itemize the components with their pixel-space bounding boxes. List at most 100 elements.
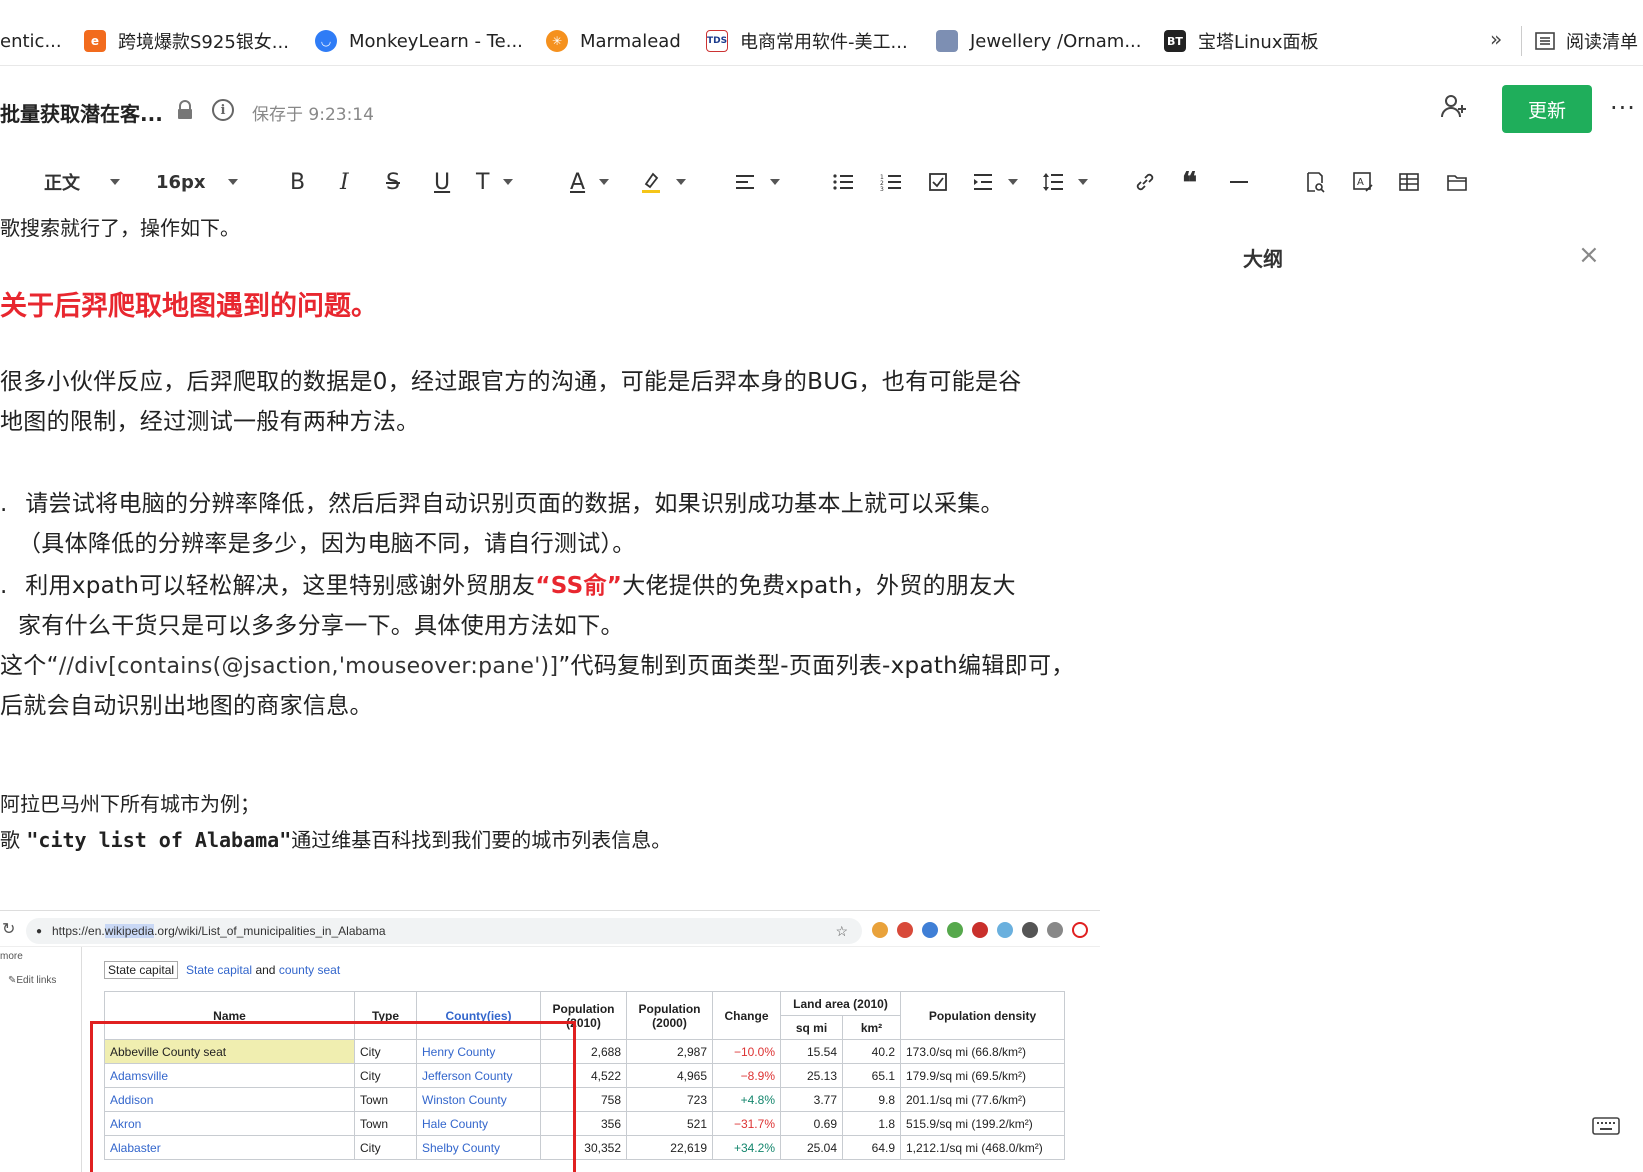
italic-button[interactable]: I	[340, 166, 349, 198]
keyboard-icon[interactable]	[1592, 1116, 1620, 1136]
col-header-pop2010: Population (2010)	[540, 991, 627, 1040]
bookmark-item-0[interactable]: entic...	[0, 26, 62, 56]
table-row: Alabaster City Shelby County 30,352 22,6…	[104, 1135, 1065, 1160]
bookmark-item-1[interactable]: e 跨境爆款S925银女...	[84, 26, 289, 56]
more-options-button[interactable]: ···	[1610, 94, 1636, 122]
col-header-change: Change	[712, 991, 781, 1040]
tds-icon: TDS	[706, 30, 728, 52]
doc-header: 批量获取潜在客... i 保存于 9:23:14 更新 ···	[0, 66, 1643, 156]
wiki-legend: State capital State capital and county s…	[104, 961, 340, 979]
bookmark-item-2[interactable]: ◡ MonkeyLearn - Te...	[315, 26, 523, 56]
body-text-line: 歌搜索就行了，操作如下。	[0, 216, 240, 240]
folder-icon	[1447, 175, 1467, 191]
numbered-list-icon: 123	[880, 174, 901, 192]
indent-button[interactable]	[972, 166, 1018, 198]
indent-icon	[974, 174, 992, 190]
highlight-button[interactable]	[640, 166, 686, 198]
table-of-contents-button[interactable]	[1398, 166, 1420, 198]
chevron-down-icon	[676, 179, 686, 185]
underline-button[interactable]: U	[434, 166, 450, 198]
embedded-screenshot[interactable]: ↻ ● https://en. wikipedia .org/wiki/List_o…	[0, 910, 1100, 1172]
reading-list-button[interactable]: 阅读清单	[1534, 26, 1638, 56]
screenshot-browser-bar: ↻ ● https://en. wikipedia .org/wiki/List_o…	[0, 911, 1100, 947]
bookmark-item-4[interactable]: TDS 电商常用软件-美工...	[706, 26, 908, 56]
align-left-icon	[736, 175, 754, 189]
extension-icon	[947, 922, 963, 938]
bookmarks-more-button[interactable]: »	[1490, 27, 1502, 51]
col-header-name: Name	[104, 991, 355, 1040]
update-button[interactable]: 更新	[1502, 85, 1592, 133]
bookmarks-divider	[1521, 26, 1522, 56]
quote-button[interactable]: ❝	[1182, 165, 1198, 199]
line-height-button[interactable]	[1042, 166, 1088, 198]
xpath-instruction: 这个“//div[contains(@jsaction,'mouseover:p…	[0, 653, 1075, 679]
bullet-list-icon	[833, 174, 853, 190]
page-icon	[936, 30, 958, 52]
folder-button[interactable]	[1446, 166, 1468, 198]
chevron-down-icon	[1008, 179, 1018, 185]
star-icon: ☆	[835, 922, 848, 939]
highlighter-icon	[642, 172, 660, 193]
list-item-1-continued: （具体降低的分辨率是多少，因为电脑不同，请自行测试）。	[18, 531, 636, 557]
chevron-down-icon	[503, 179, 514, 185]
numbered-list-button[interactable]: 123	[880, 166, 902, 198]
bookmark-item-5[interactable]: Jewellery /Ornam...	[936, 26, 1141, 56]
strikethrough-button[interactable]: S	[386, 166, 400, 198]
add-collaborator-icon[interactable]	[1440, 92, 1468, 120]
bookmark-item-6[interactable]: BT 宝塔Linux面板	[1164, 26, 1319, 56]
col-header-sqmi: sq mi	[780, 1015, 843, 1040]
quote-icon: ❝	[1182, 165, 1198, 199]
col-header-pop2000: Population (2000)	[626, 991, 713, 1040]
example-search-line: 歌 "city list of Alabama"通过维基百科找到我们要的城市列表…	[0, 828, 672, 852]
close-icon[interactable]: ×	[1578, 240, 1600, 270]
find-button[interactable]	[1304, 166, 1326, 198]
extension-icon	[997, 922, 1013, 938]
lock-icon	[178, 100, 192, 119]
svg-text:A: A	[1357, 177, 1364, 188]
doc-title[interactable]: 批量获取潜在客...	[0, 98, 163, 127]
list-item-2: . 利用xpath可以轻松解决，这里特别感谢外贸朋友“SS俞”大佬提供的免费xp…	[0, 573, 1016, 599]
extension-icon	[972, 922, 988, 938]
extension-icon	[922, 922, 938, 938]
col-header-km2: km²	[842, 1015, 901, 1040]
paragraph-style-select[interactable]: 正文	[44, 166, 120, 198]
table-row: Akron Town Hale County 356 521 −31.7% 0.…	[104, 1111, 1065, 1136]
bold-button[interactable]: B	[290, 166, 305, 198]
bullet-list-button[interactable]	[832, 166, 854, 198]
table-row: Addison Town Winston County 758 723 +4.8…	[104, 1087, 1065, 1112]
chevron-down-icon	[1078, 179, 1088, 185]
table-row: Adamsville City Jefferson County 4,522 4…	[104, 1063, 1065, 1088]
puzzle-icon	[1022, 922, 1038, 938]
bookmarks-bar: entic... e 跨境爆款S925银女... ◡ MonkeyLearn -…	[0, 0, 1643, 66]
table-row: Abbeville County seat City Henry County …	[104, 1039, 1065, 1064]
font-size-select[interactable]: 16px	[156, 166, 238, 198]
text-style-button[interactable]: A	[1352, 166, 1374, 198]
align-button[interactable]	[734, 166, 780, 198]
checklist-button[interactable]	[928, 166, 948, 198]
col-header-land: Land area (2010)	[780, 991, 901, 1016]
lock-icon: ●	[36, 925, 43, 937]
chevron-down-icon	[599, 179, 610, 185]
font-color-button[interactable]: A	[570, 166, 610, 198]
col-header-county: County(ies)	[416, 991, 541, 1040]
link-icon	[1136, 173, 1154, 191]
extension-icon	[897, 922, 913, 938]
outline-icon	[1399, 173, 1419, 191]
bookmark-item-3[interactable]: ✳ Marmalead	[546, 26, 681, 56]
line-height-icon	[1043, 173, 1063, 191]
clear-format-button[interactable]: T	[476, 166, 514, 198]
xpath-instruction-continued: 后就会自动识别出地图的商家信息。	[0, 693, 373, 719]
list-item-2-continued: 家有什么干货只是可以多多分享一下。具体使用方法如下。	[18, 613, 624, 639]
xpath-code[interactable]: //div[contains(@jsaction,'mouseover:pane…	[59, 654, 559, 679]
divider-button[interactable]	[1228, 166, 1250, 198]
extension-icons	[872, 922, 1088, 938]
link-button[interactable]	[1134, 166, 1156, 198]
orange-e-icon: e	[84, 30, 106, 52]
monkeylearn-icon: ◡	[315, 30, 337, 52]
chevron-down-icon	[770, 179, 780, 185]
extension-icon	[872, 922, 888, 938]
search-query: "city list of Alabama"	[26, 828, 292, 852]
paragraph-line: 地图的限制，经过测试一般有两种方法。	[0, 409, 420, 435]
info-icon[interactable]: i	[212, 99, 234, 121]
editor-toolbar: 正文 16px B I S U T A 123 ❝ A	[0, 156, 1643, 208]
